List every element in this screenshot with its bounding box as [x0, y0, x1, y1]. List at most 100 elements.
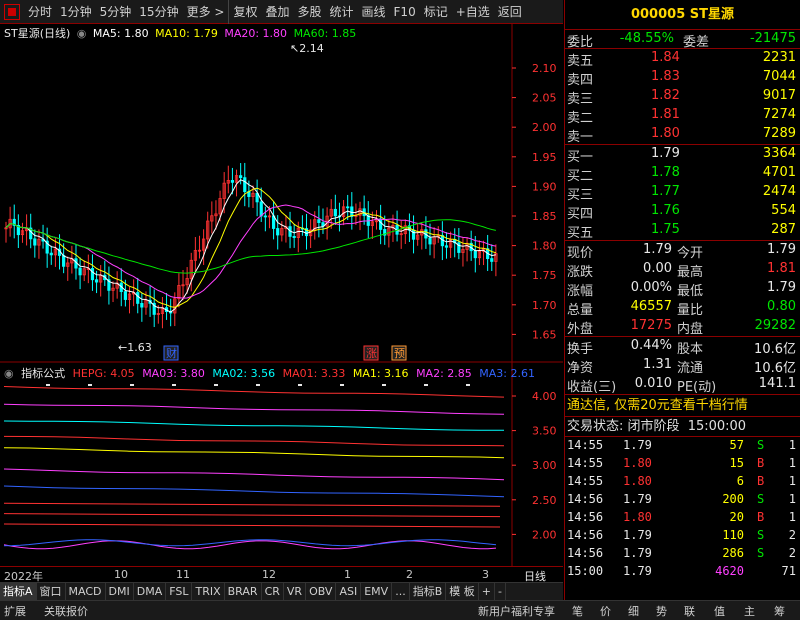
- stat-value: 17275: [630, 318, 672, 333]
- indicator-line: [3, 513, 501, 518]
- bid-row[interactable]: 买三 1.77 2474: [565, 183, 800, 203]
- stat-value: 1.79: [767, 242, 796, 257]
- bid-label: 买三: [567, 188, 594, 203]
- bid-price: 1.78: [651, 165, 680, 180]
- toolbar-1min[interactable]: 1分钟: [56, 0, 96, 24]
- tab-macd[interactable]: MACD: [66, 583, 106, 600]
- tab-emv[interactable]: EMV: [361, 583, 393, 600]
- toolbar-add-favorite[interactable]: +自选: [452, 0, 494, 24]
- toolbar-multi-stock[interactable]: 多股: [293, 0, 325, 24]
- tab-indicator-a[interactable]: 指标A: [0, 583, 37, 600]
- app-icon[interactable]: [4, 3, 20, 20]
- tick-count: 2: [788, 546, 796, 560]
- stat-label: 总量: [567, 303, 594, 318]
- tick-row: 15:00 1.79 4620 71: [565, 563, 800, 581]
- toolbar-15min[interactable]: 15分钟: [135, 0, 182, 24]
- kline-chart[interactable]: 2.10 2.05 2.00 1.95 1.90 1.85 1.80 1.75 1.70 1.65…: [0, 24, 563, 566]
- tab-cr[interactable]: CR: [262, 583, 284, 600]
- toolbar-f10[interactable]: F10: [390, 0, 420, 24]
- candle-body: [49, 252, 53, 256]
- tab-brar[interactable]: BRAR: [225, 583, 262, 600]
- stat-value: 0.00: [643, 261, 672, 276]
- toolbar-5min[interactable]: 5分钟: [96, 0, 136, 24]
- toolbar-draw-line[interactable]: 画线: [358, 0, 390, 24]
- tab-fsl[interactable]: FSL: [166, 583, 193, 600]
- tab-trix[interactable]: TRIX: [192, 583, 225, 600]
- tab-dmi[interactable]: DMI: [106, 583, 134, 600]
- stat-label: 最高: [677, 265, 704, 280]
- bid-row[interactable]: 买一 1.79 3364: [565, 145, 800, 165]
- tab-add[interactable]: +: [479, 583, 495, 600]
- tab-more[interactable]: ...: [392, 583, 410, 600]
- ask-price: 1.80: [651, 126, 680, 141]
- candle-body: [292, 235, 296, 238]
- promo-banner[interactable]: 通达信, 仅需20元查看千档行情: [565, 395, 800, 417]
- tick-price: 1.79: [623, 438, 652, 452]
- indicator-line: [3, 386, 505, 398]
- tab-asi[interactable]: ASI: [336, 583, 362, 600]
- tick-volume: 57: [729, 438, 744, 452]
- tab-indicator-b[interactable]: 指标B: [410, 583, 447, 600]
- tick-time: 14:56: [567, 546, 604, 560]
- bid-row[interactable]: 买四 1.76 554: [565, 202, 800, 222]
- kline-chart-area[interactable]: 2.10 2.05 2.00 1.95 1.90 1.85 1.80 1.75 1.70 1.65…: [0, 24, 563, 566]
- price-tick-label: 1.85: [532, 210, 557, 223]
- tick-time: 14:55: [567, 438, 604, 452]
- ind-ma01: MA01: 3.33: [282, 367, 346, 380]
- tab-vr[interactable]: VR: [284, 583, 307, 600]
- indicator-legend: ◉ 指标公式 HEPG: 4.05 MA03: 3.80 MA02: 3.56 …: [4, 365, 539, 381]
- toolbar-restore-rights[interactable]: 复权: [228, 0, 261, 24]
- tab-remove[interactable]: -: [495, 583, 506, 600]
- tick-volume: 4620: [715, 564, 744, 578]
- ma5-label: MA5: 1.80: [92, 27, 149, 40]
- rtab-main[interactable]: 主: [744, 603, 755, 619]
- ask-row[interactable]: 卖二 1.81 7274: [565, 106, 800, 126]
- ask-row[interactable]: 卖一 1.80 7289: [565, 125, 800, 145]
- bid-row[interactable]: 买二 1.78 4701: [565, 164, 800, 184]
- bid-row[interactable]: 买五 1.75 287: [565, 221, 800, 241]
- promo-link[interactable]: 新用户福利专享: [478, 603, 555, 619]
- toolbar-overlay[interactable]: 叠加: [261, 0, 293, 24]
- tab-template[interactable]: 模 板: [446, 583, 479, 600]
- indicator-line: [3, 540, 497, 550]
- indicator-settings-icon[interactable]: ◉: [4, 367, 14, 380]
- ind-ma02: MA02: 3.56: [212, 367, 276, 380]
- rtab-price[interactable]: 价: [600, 603, 611, 619]
- indicator-line: [3, 403, 505, 415]
- ask-row[interactable]: 卖五 1.84 2231: [565, 49, 800, 69]
- rtab-detail[interactable]: 细: [628, 603, 639, 619]
- price-tick-label: 2.00: [532, 121, 557, 134]
- tab-obv[interactable]: OBV: [306, 583, 337, 600]
- stat-row: 现价 1.79 今开 1.79: [565, 241, 800, 261]
- rtab-ticks[interactable]: 笔: [572, 603, 583, 619]
- indicator-name[interactable]: 指标公式: [21, 367, 65, 380]
- ask-label: 卖四: [567, 73, 594, 88]
- rtab-related[interactable]: 联: [684, 603, 695, 619]
- settings-icon[interactable]: ◉: [77, 27, 87, 40]
- tab-dma[interactable]: DMA: [134, 583, 167, 600]
- tick-count: 1: [788, 474, 796, 488]
- ask-row[interactable]: 卖四 1.83 7044: [565, 68, 800, 88]
- indicator-tick-label: 3.00: [532, 459, 557, 472]
- toolbar-back[interactable]: 返回: [494, 0, 526, 24]
- related-quote-button[interactable]: 关联报价: [44, 603, 88, 619]
- rtab-trend[interactable]: 势: [656, 603, 667, 619]
- toolbar-intraday[interactable]: 分时: [24, 0, 56, 24]
- stat-value: 0.80: [767, 299, 796, 314]
- bid-label: 买二: [567, 169, 594, 184]
- fund-value: 0.44%: [630, 338, 672, 353]
- toolbar-more[interactable]: 更多 >: [183, 0, 229, 24]
- tick-side: B: [757, 474, 765, 488]
- event-marker-label: 涨: [366, 347, 377, 360]
- toolbar-statistics[interactable]: 统计: [326, 0, 358, 24]
- ask-row[interactable]: 卖三 1.82 9017: [565, 87, 800, 107]
- rtab-value[interactable]: 值: [714, 603, 725, 619]
- tab-window[interactable]: 窗口: [37, 583, 66, 600]
- fund-value: 1.31: [643, 357, 672, 372]
- indicator-dot: [298, 384, 302, 386]
- expand-button[interactable]: 扩展: [4, 603, 26, 619]
- fundamentals-block: 换手 0.44% 股本 10.6亿 净资 1.31 流通 10.6亿 收益(三)…: [565, 337, 800, 395]
- weibi-label: 委比: [567, 35, 594, 50]
- rtab-chips[interactable]: 筹: [774, 603, 785, 619]
- toolbar-mark[interactable]: 标记: [420, 0, 452, 24]
